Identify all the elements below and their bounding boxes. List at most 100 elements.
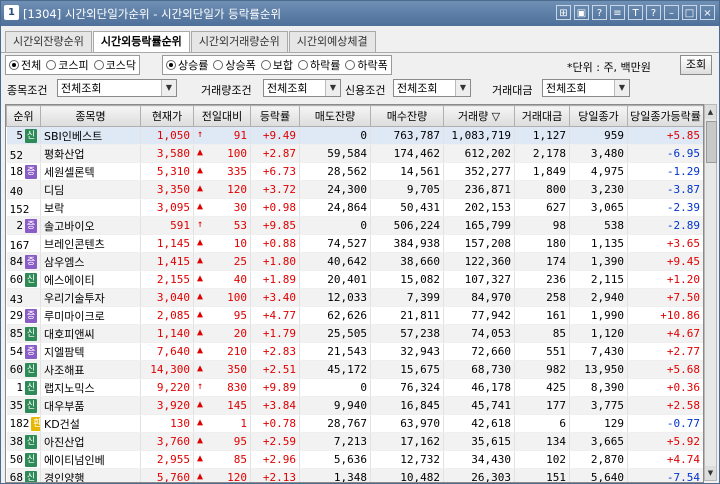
stock-name-cell[interactable]: 브레인콘텐츠	[40, 234, 141, 253]
table-row[interactable]: 60 신 에스에이티 2,155 ▲ 40 +1.89 20,401 15,082 107,327…	[6, 270, 703, 289]
radio-market_radios-0[interactable]: 전체	[9, 57, 41, 73]
query-button[interactable]: 조회	[680, 55, 712, 75]
table-row[interactable]: 54 증 지엘팜텍 7,640 ▲ 210 +2.83 21,543 32,943 72,660 5…	[6, 342, 703, 361]
stock-name-cell[interactable]: 우리기술투자	[40, 288, 141, 307]
dropdown-arrow-icon[interactable]: ▼	[455, 80, 470, 96]
table-row[interactable]: 68 신 경인양행 5,760 ▲ 120 +2.13 1,348 10,482 26,303 15…	[6, 468, 703, 483]
filter-select[interactable]: 전체조회 ▼	[57, 79, 177, 97]
stock-name-cell[interactable]: 평화산업	[40, 144, 141, 163]
radio-button-icon[interactable]	[166, 60, 176, 70]
title-bar[interactable]: 1 [1304] 시간외단일가순위 - 시간외단일가 등락률순위 ⊞ ▣? ≡ T? –…	[1, 1, 719, 26]
radio-market_radios-1[interactable]: 코스피	[46, 57, 89, 73]
radio-button-icon[interactable]	[213, 60, 224, 70]
stock-name-cell[interactable]: 대호피앤씨	[40, 324, 141, 343]
title-button-icon[interactable]: ×	[700, 5, 715, 20]
column-header[interactable]: 등락률	[250, 105, 300, 127]
radio-sort_radios-2[interactable]: 보합	[260, 57, 293, 73]
vertical-scrollbar[interactable]: ▲ ▼	[704, 104, 717, 481]
price-cell: 1,145	[140, 234, 194, 253]
table-row[interactable]: 38 신 아진산업 3,760 ▲ 95 +2.59 7,213 17,162 35,615 134…	[6, 432, 703, 451]
dropdown-arrow-icon[interactable]: ▼	[325, 80, 340, 96]
table-row[interactable]: 85 신 대호피앤씨 1,140 ▲ 20 +1.79 25,505 57,238 74,053 8…	[6, 324, 703, 343]
table-row[interactable]: 43 우리기술투자 3,040 ▲ 100 +3.40 12,033 7,399 84,970 2…	[6, 288, 703, 307]
column-header[interactable]: 현재가	[140, 105, 194, 127]
radio-button-icon[interactable]	[345, 60, 356, 70]
stock-name-cell[interactable]: 솔고바이오	[40, 216, 141, 235]
dropdown-arrow-icon[interactable]: ▼	[161, 80, 176, 96]
stock-name-cell[interactable]: 지엘팜텍	[40, 342, 141, 361]
title-button-icon[interactable]: ?	[646, 5, 661, 20]
stock-name-cell[interactable]: 에스에이티	[40, 270, 141, 289]
column-header[interactable]: 전일대비	[193, 105, 251, 127]
title-button-icon[interactable]: ?	[592, 5, 607, 20]
table-row[interactable]: 182환KD건설130▲1+0.7828,76763,97042,6186129…	[6, 414, 703, 433]
table-row[interactable]: 1 신 랩지노믹스 9,220 ↑ 830 +9.89 0 76,324 46,178 425 8,3…	[6, 378, 703, 397]
amount-cell: 85	[514, 324, 570, 343]
tab-0[interactable]: 시간외잔량순위	[5, 31, 92, 52]
radio-button-icon[interactable]	[93, 60, 104, 70]
bid-volume-cell: 50,431	[370, 198, 444, 217]
stock-name-cell[interactable]: 디딤	[40, 180, 141, 199]
column-header[interactable]: 순위	[6, 105, 41, 127]
stock-name-cell[interactable]: 경인양행	[40, 468, 141, 482]
title-button-icon[interactable]: ▣	[574, 5, 589, 20]
table-row[interactable]: 52 평화산업 3,580 ▲ 100 +2.87 59,584 174,462 612,202…	[6, 144, 703, 163]
scroll-up-icon[interactable]: ▲	[705, 105, 716, 119]
stock-name-cell[interactable]: 아진산업	[40, 432, 141, 451]
table-row[interactable]: 50 신 에이티넘인베 2,955 ▲ 85 +2.96 5,636 12,732 34,430 1…	[6, 450, 703, 469]
radio-button-icon[interactable]	[298, 60, 308, 70]
title-button-icon[interactable]: –	[664, 5, 679, 20]
radio-button-icon[interactable]	[9, 60, 19, 70]
tab-3[interactable]: 시간외예상체결	[288, 31, 376, 52]
filter-select[interactable]: 전체조회 ▼	[263, 79, 341, 97]
title-button-icon[interactable]: □	[682, 5, 697, 20]
radio-button-icon[interactable]	[260, 60, 271, 70]
radio-sort_radios-3[interactable]: 하락률	[298, 57, 340, 73]
title-button-icon[interactable]: ⊞	[556, 5, 571, 20]
filter-select[interactable]: 전체조회 ▼	[542, 79, 630, 97]
dropdown-arrow-icon[interactable]: ▼	[614, 80, 629, 96]
table-row[interactable]: 2 증 솔고바이오 591 ↑ 53 +9.85 0 506,224 165,799 98 538 -2…	[6, 216, 703, 235]
stock-name-cell[interactable]: 세원셀론텍	[40, 162, 141, 181]
table-row[interactable]: 167 브레인콘텐츠 1,145 ▲ 10 +0.88 74,527 384,938 157,2…	[6, 234, 703, 253]
stock-name-cell[interactable]: 에이티넘인베	[40, 450, 141, 469]
rate-cell: +1.79	[250, 324, 300, 343]
table-row[interactable]: 40 디딤 3,350 ▲ 120 +3.72 24,300 9,705 236,871 800 3…	[6, 180, 703, 199]
title-button-icon[interactable]: ≡	[610, 5, 625, 20]
stock-name-cell[interactable]: 대우부품	[40, 396, 141, 415]
column-header[interactable]: 종목명	[40, 105, 141, 127]
scroll-down-icon[interactable]: ▼	[705, 466, 716, 480]
stock-name-cell[interactable]: SBI인베스트	[40, 126, 141, 145]
stock-name-cell[interactable]: KD건설	[40, 414, 141, 433]
scroll-thumb[interactable]	[706, 121, 717, 163]
stock-name-cell[interactable]: 랩지노믹스	[40, 378, 141, 397]
tab-2[interactable]: 시간외거래량순위	[190, 31, 288, 52]
table-row[interactable]: 60 신 사조해표 14,300 ▲ 350 +2.51 45,172 15,675 68,730…	[6, 360, 703, 379]
filter-select[interactable]: 전체조회 ▼	[393, 79, 471, 97]
stock-name-cell[interactable]: 루미마이크로	[40, 306, 141, 325]
column-header[interactable]: 거래대금	[514, 105, 570, 127]
column-header[interactable]: 매도잔량	[299, 105, 371, 127]
close-rate-cell: -2.89	[627, 216, 703, 235]
stock-name-cell[interactable]: 보락	[40, 198, 141, 217]
table-row[interactable]: 18 증 세원셀론텍 5,310 ▲ 335 +6.73 28,562 14,561 352,27…	[6, 162, 703, 181]
radio-sort_radios-4[interactable]: 하락폭	[345, 57, 388, 73]
column-header[interactable]: 당일종가	[569, 105, 628, 127]
radio-sort_radios-0[interactable]: 상승률	[166, 57, 208, 73]
table-row[interactable]: 35 신 대우부품 3,920 ▲ 145 +3.84 9,940 16,845 45,741 17…	[6, 396, 703, 415]
rank-value: 68	[9, 470, 23, 483]
stock-name-cell[interactable]: 삼우엠스	[40, 252, 141, 271]
radio-sort_radios-1[interactable]: 상승폭	[213, 57, 256, 73]
column-header[interactable]: 매수잔량	[370, 105, 444, 127]
table-row[interactable]: 84 증 삼우엠스 1,415 ▲ 25 +1.80 40,642 38,660 122,360 1…	[6, 252, 703, 271]
column-header[interactable]: 당일종가등락률	[627, 105, 703, 127]
table-row[interactable]: 5 신 SBI인베스트 1,050 ↑ 91 +9.49 0 763,787 1,083,719 1…	[6, 126, 703, 145]
radio-button-icon[interactable]	[46, 60, 57, 70]
table-row[interactable]: 152 보락 3,095 ▲ 30 +0.98 24,864 50,431 202,153 627…	[6, 198, 703, 217]
radio-market_radios-2[interactable]: 코스닥	[93, 57, 136, 73]
table-row[interactable]: 29 증 루미마이크로 2,085 ▲ 95 +4.77 62,626 21,811 77,942…	[6, 306, 703, 325]
stock-name-cell[interactable]: 사조해표	[40, 360, 141, 379]
tab-1[interactable]: 시간외등락률순위	[92, 31, 190, 53]
title-button-icon[interactable]: T	[628, 5, 643, 20]
column-header[interactable]: 거래량 ▽	[443, 105, 515, 127]
